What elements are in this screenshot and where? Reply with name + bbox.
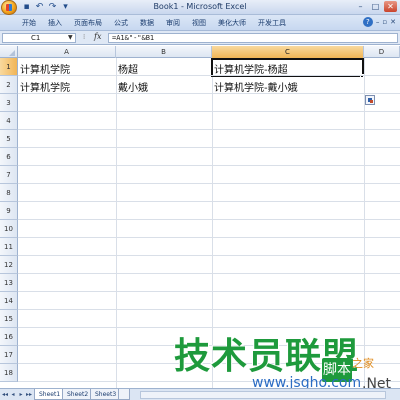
tab-beautify[interactable]: 美化大师 (218, 18, 246, 28)
row-header[interactable]: 14 (0, 292, 18, 310)
maximize-button[interactable]: □ (369, 1, 382, 12)
workbook-close-button[interactable]: ✕ (390, 18, 396, 26)
row-header[interactable]: 18 (0, 364, 18, 382)
row-header[interactable]: 2 (0, 76, 18, 94)
select-all-button[interactable] (0, 46, 18, 58)
cell-c2[interactable]: 计算机学院-戴小娥 (212, 79, 298, 94)
formula-input[interactable]: =A1&"-"&B1 (108, 33, 398, 43)
minimize-button[interactable]: – (354, 1, 367, 12)
column-header-c[interactable]: C (212, 46, 364, 58)
row-header[interactable]: 8 (0, 184, 18, 202)
first-sheet-icon[interactable]: ◂◂ (1, 390, 9, 399)
row-divider (18, 111, 400, 112)
last-sheet-icon[interactable]: ▸▸ (25, 390, 33, 399)
row-header[interactable]: 7 (0, 166, 18, 184)
name-box-dropdown-icon[interactable]: ▼ (68, 34, 73, 41)
sheet-tab-bar: ◂◂ ◂ ▸ ▸▸ Sheet1 Sheet2 Sheet3 (0, 388, 400, 400)
row-divider (18, 165, 400, 166)
tab-home[interactable]: 开始 (22, 18, 36, 28)
help-icon[interactable]: ? (362, 17, 373, 27)
horizontal-scrollbar[interactable] (140, 391, 386, 399)
row-header[interactable]: 6 (0, 148, 18, 166)
row-header[interactable]: 17 (0, 346, 18, 364)
sheet-tab-sheet3[interactable]: Sheet3 (90, 389, 122, 400)
row-divider (18, 255, 400, 256)
tab-developer[interactable]: 开发工具 (258, 18, 286, 28)
formula-bar-separator-icon: ⁞ (83, 33, 86, 41)
row-header[interactable]: 15 (0, 310, 18, 328)
name-box[interactable]: C1 (2, 33, 76, 43)
row-divider (18, 291, 400, 292)
row-header[interactable]: 3 (0, 94, 18, 112)
row-header[interactable]: 16 (0, 328, 18, 346)
tab-review[interactable]: 审阅 (166, 18, 180, 28)
formula-bar: C1 ▼ ⁞ fx =A1&"-"&B1 (0, 31, 400, 45)
column-divider (116, 58, 117, 388)
row-divider (18, 237, 400, 238)
row-divider (18, 183, 400, 184)
row-divider (18, 309, 400, 310)
column-divider (364, 58, 365, 388)
cell-b2[interactable]: 戴小娥 (116, 79, 148, 94)
sheet-tab-sheet1[interactable]: Sheet1 (34, 389, 66, 400)
workbook-restore-button[interactable]: ▫ (382, 18, 387, 26)
row-header[interactable]: 4 (0, 112, 18, 130)
window-controls: – □ ✕ (354, 1, 397, 12)
tab-view[interactable]: 视图 (192, 18, 206, 28)
row-divider (18, 129, 400, 130)
watermark-tag: 之家 (352, 357, 374, 370)
column-headers: A B C D (0, 46, 400, 58)
tab-formulas[interactable]: 公式 (114, 18, 128, 28)
ribbon-controls: ? – ▫ ✕ (362, 17, 396, 27)
row-header[interactable]: 10 (0, 220, 18, 238)
workbook-minimize-button[interactable]: – (376, 18, 380, 26)
tab-data[interactable]: 数据 (140, 18, 154, 28)
row-header[interactable]: 12 (0, 256, 18, 274)
title-bar: ▪ ↶ ↷ ▾ Book1 - Microsoft Excel – □ ✕ (0, 0, 400, 15)
close-button[interactable]: ✕ (384, 1, 397, 12)
sheet-tab-sheet2[interactable]: Sheet2 (62, 389, 94, 400)
prev-sheet-icon[interactable]: ◂ (9, 390, 17, 399)
row-header[interactable]: 1 (0, 58, 18, 76)
row-divider (18, 201, 400, 202)
cell-a2[interactable]: 计算机学院 (18, 79, 70, 94)
column-header-a[interactable]: A (18, 46, 116, 58)
tab-insert[interactable]: 插入 (48, 18, 62, 28)
cell-a1[interactable]: 计算机学院 (18, 61, 70, 76)
ribbon-tabs: 开始 插入 页面布局 公式 数据 审阅 视图 美化大师 开发工具 ? – ▫ ✕ (0, 15, 400, 31)
tab-page-layout[interactable]: 页面布局 (74, 18, 102, 28)
column-header-b[interactable]: B (116, 46, 212, 58)
insert-sheet-icon[interactable] (118, 389, 130, 400)
column-header-d[interactable]: D (364, 46, 400, 58)
row-divider (18, 219, 400, 220)
row-header[interactable]: 5 (0, 130, 18, 148)
row-divider (18, 93, 400, 94)
row-divider (18, 273, 400, 274)
row-divider (18, 147, 400, 148)
next-sheet-icon[interactable]: ▸ (17, 390, 25, 399)
cell-b1[interactable]: 杨超 (116, 61, 138, 76)
row-header[interactable]: 11 (0, 238, 18, 256)
insert-function-icon[interactable]: fx (94, 32, 101, 41)
sheet-nav: ◂◂ ◂ ▸ ▸▸ (1, 390, 33, 399)
paste-options-icon[interactable] (365, 95, 375, 105)
row-header[interactable]: 13 (0, 274, 18, 292)
window-title: Book1 - Microsoft Excel (153, 2, 247, 11)
row-divider (18, 75, 400, 76)
row-header[interactable]: 9 (0, 202, 18, 220)
